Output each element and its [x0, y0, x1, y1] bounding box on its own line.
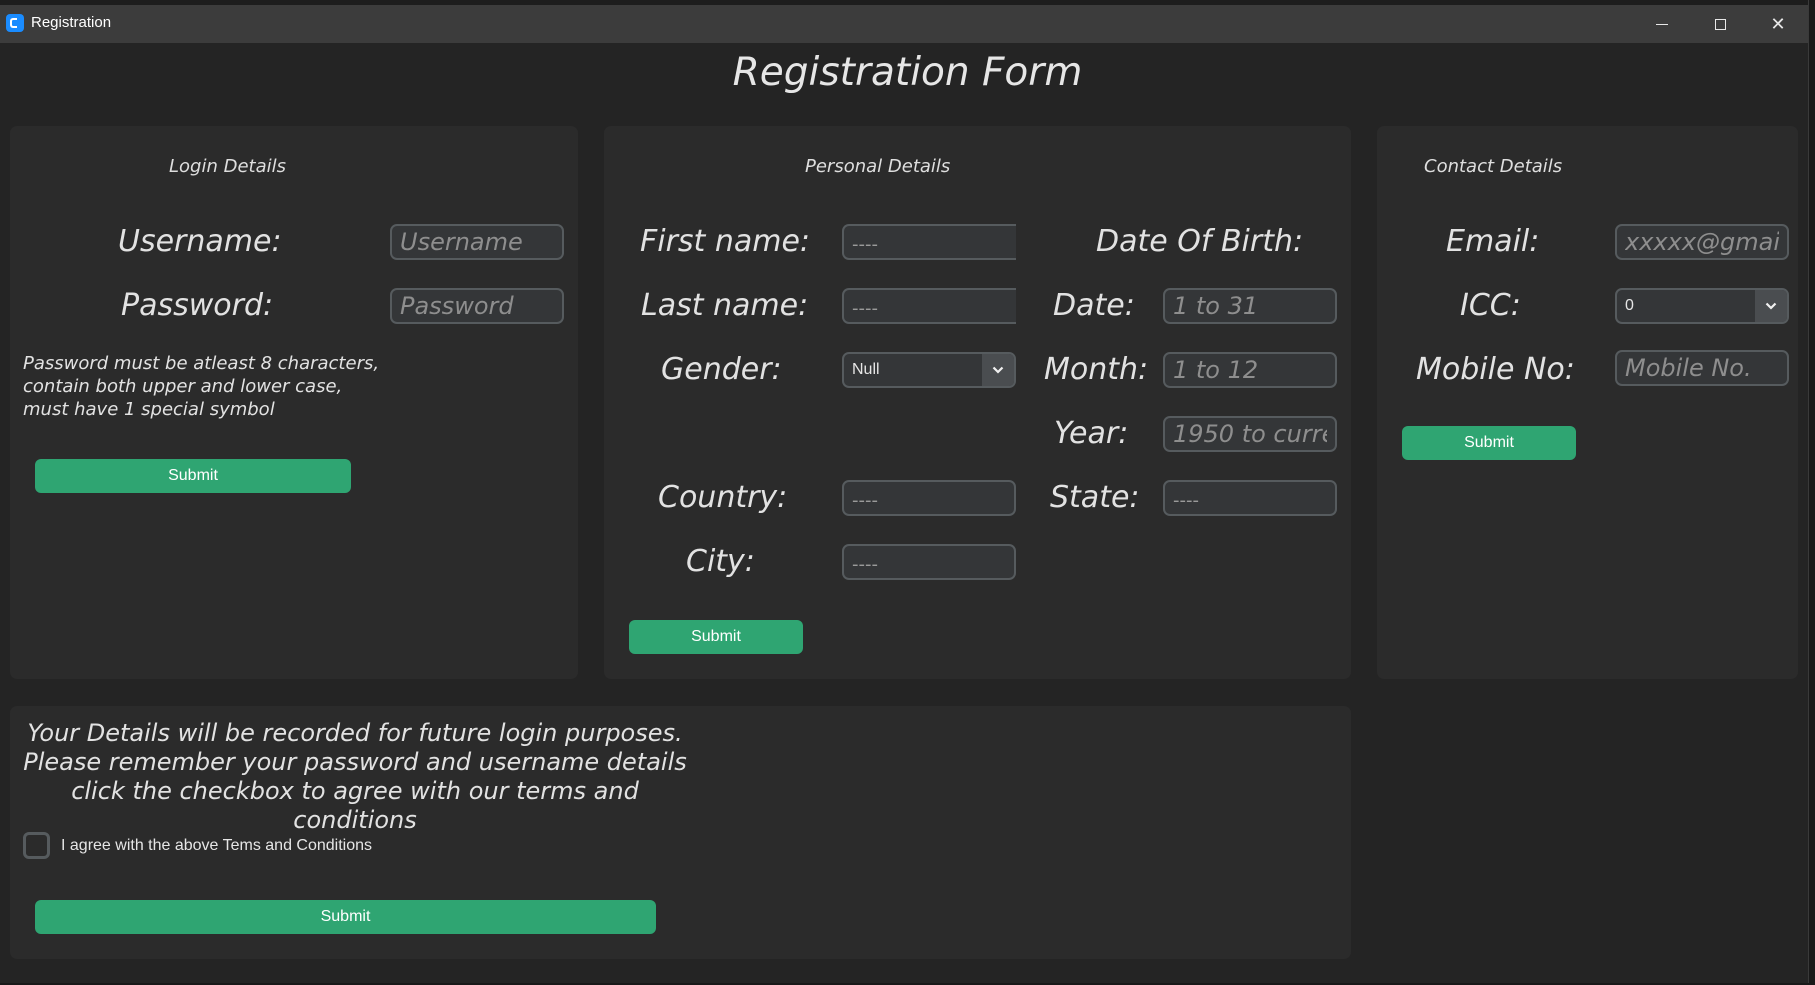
password-label: Password:	[121, 288, 274, 323]
month-label: Month:	[1044, 352, 1149, 387]
icc-label: ICC:	[1460, 288, 1521, 323]
terms-text: Your Details will be recorded for future…	[22, 719, 688, 835]
year-input[interactable]	[1163, 416, 1337, 452]
contact-panel: Contact Details Email: ICC: 0 Mobile No:…	[1377, 126, 1798, 679]
password-rules-note: Password must be atleast 8 characters, c…	[23, 352, 379, 421]
gender-select-value: Null	[852, 361, 880, 378]
login-submit-button[interactable]: Submit	[35, 459, 351, 493]
personal-submit-button[interactable]: Submit	[629, 620, 803, 654]
icc-select[interactable]: 0	[1615, 288, 1789, 324]
app-icon	[6, 14, 24, 32]
chevron-down-icon[interactable]	[1755, 290, 1787, 322]
terms-submit-button[interactable]: Submit	[35, 900, 656, 934]
first-name-input[interactable]	[842, 224, 1016, 260]
mobile-label: Mobile No:	[1416, 352, 1575, 387]
icc-select-value: 0	[1625, 297, 1634, 314]
password-rule-line: contain both upper and lower case,	[23, 376, 343, 397]
personal-panel: Personal Details First name: Date Of Bir…	[604, 126, 1351, 679]
username-input[interactable]	[390, 224, 564, 260]
login-panel: Login Details Username: Password: Passwo…	[10, 126, 578, 679]
gender-select[interactable]: Null	[842, 352, 1016, 388]
country-input[interactable]	[842, 480, 1016, 516]
terms-checkbox[interactable]	[23, 832, 50, 859]
password-rule-line: must have 1 special symbol	[23, 399, 275, 420]
login-panel-title: Login Details	[169, 156, 286, 177]
mobile-input[interactable]	[1615, 350, 1789, 386]
chevron-down-icon[interactable]	[982, 354, 1014, 386]
state-label: State:	[1050, 480, 1140, 515]
username-label: Username:	[118, 224, 282, 259]
contact-submit-button[interactable]: Submit	[1402, 426, 1576, 460]
terms-line: Please remember your password and userna…	[23, 748, 687, 776]
city-label: City:	[686, 544, 755, 579]
close-button[interactable]: ✕	[1750, 5, 1806, 43]
month-input[interactable]	[1163, 352, 1337, 388]
last-name-input[interactable]	[842, 288, 1016, 324]
date-input[interactable]	[1163, 288, 1337, 324]
password-input[interactable]	[390, 288, 564, 324]
terms-checkbox-label[interactable]: I agree with the above Tems and Conditio…	[61, 837, 372, 855]
country-label: Country:	[658, 480, 788, 515]
title-bar: Registration ✕	[0, 0, 1808, 43]
minimize-button[interactable]	[1634, 5, 1690, 43]
date-label: Date:	[1053, 288, 1135, 323]
minimize-icon	[1656, 23, 1668, 25]
page-title: Registration Form	[732, 50, 1083, 95]
password-rule-line: Password must be atleast 8 characters,	[23, 353, 380, 374]
close-icon: ✕	[1770, 13, 1786, 35]
date-of-birth-label: Date Of Birth:	[1096, 224, 1304, 259]
gender-label: Gender:	[661, 352, 782, 387]
city-input[interactable]	[842, 544, 1016, 580]
app-window: Registration ✕ Registration Form Login D…	[0, 0, 1809, 983]
terms-line: click the checkbox to agree with our ter…	[71, 777, 639, 834]
first-name-label: First name:	[640, 224, 811, 259]
terms-line: Your Details will be recorded for future…	[27, 719, 683, 747]
terms-panel: Your Details will be recorded for future…	[10, 706, 1351, 959]
contact-panel-title: Contact Details	[1424, 156, 1563, 177]
personal-panel-title: Personal Details	[805, 156, 951, 177]
email-input[interactable]	[1615, 224, 1789, 260]
state-input[interactable]	[1163, 480, 1337, 516]
email-label: Email:	[1446, 224, 1540, 259]
year-label: Year:	[1054, 416, 1129, 451]
maximize-icon	[1714, 18, 1726, 30]
window-title: Registration	[31, 14, 112, 31]
maximize-button[interactable]	[1692, 5, 1748, 43]
last-name-label: Last name:	[641, 288, 809, 323]
